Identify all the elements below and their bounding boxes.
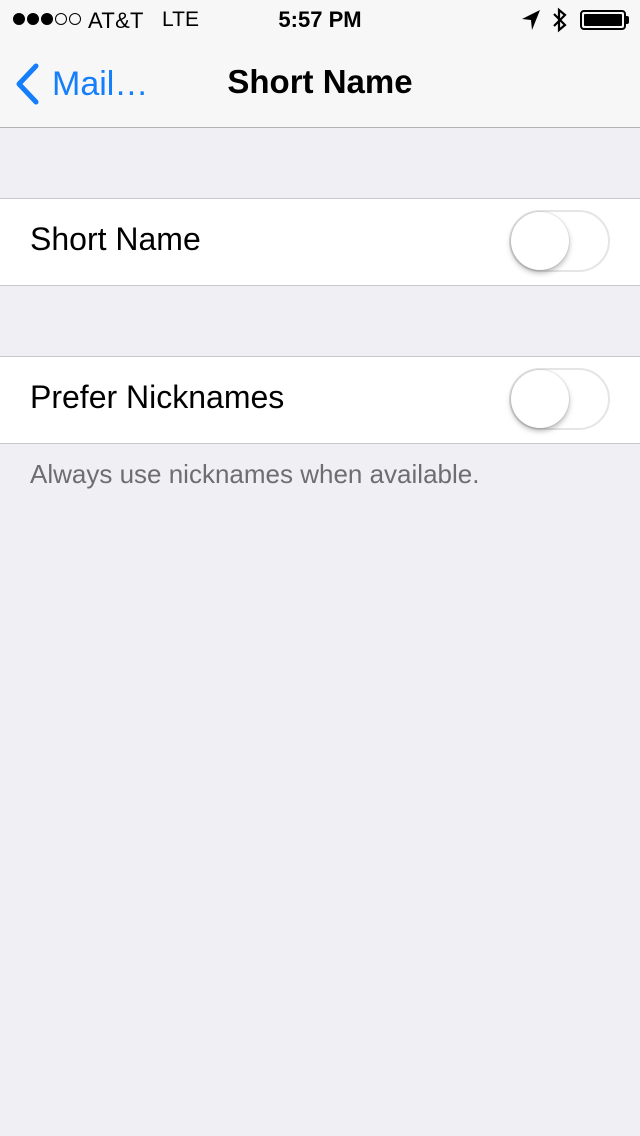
battery-tip bbox=[626, 16, 629, 24]
toggle-knob bbox=[511, 212, 569, 270]
short-name-toggle[interactable] bbox=[509, 210, 610, 272]
status-bar: AT&T LTE 5:57 PM bbox=[0, 0, 640, 40]
short-name-label: Short Name bbox=[30, 221, 201, 257]
bluetooth-icon bbox=[553, 7, 567, 33]
prefer-nicknames-label: Prefer Nicknames bbox=[30, 379, 285, 415]
navigation-bar: Mail… Short Name bbox=[0, 40, 640, 128]
top-bar: AT&T LTE 5:57 PM Mail… Short Name bbox=[0, 0, 640, 128]
battery-icon bbox=[580, 10, 630, 30]
location-arrow-icon bbox=[522, 10, 540, 30]
short-name-cell: Short Name bbox=[0, 198, 640, 286]
toggle-knob bbox=[511, 370, 569, 428]
prefer-nicknames-cell: Prefer Nicknames bbox=[0, 356, 640, 444]
prefer-nicknames-toggle[interactable] bbox=[509, 368, 610, 430]
settings-screen: AT&T LTE 5:57 PM Mail… Short Name Short … bbox=[0, 0, 640, 1136]
battery-fill bbox=[584, 14, 622, 26]
status-time: 5:57 PM bbox=[278, 7, 362, 32]
battery-shell bbox=[580, 10, 626, 30]
page-title: Short Name bbox=[227, 63, 413, 100]
prefer-nicknames-footer: Always use nicknames when available. bbox=[30, 459, 480, 489]
